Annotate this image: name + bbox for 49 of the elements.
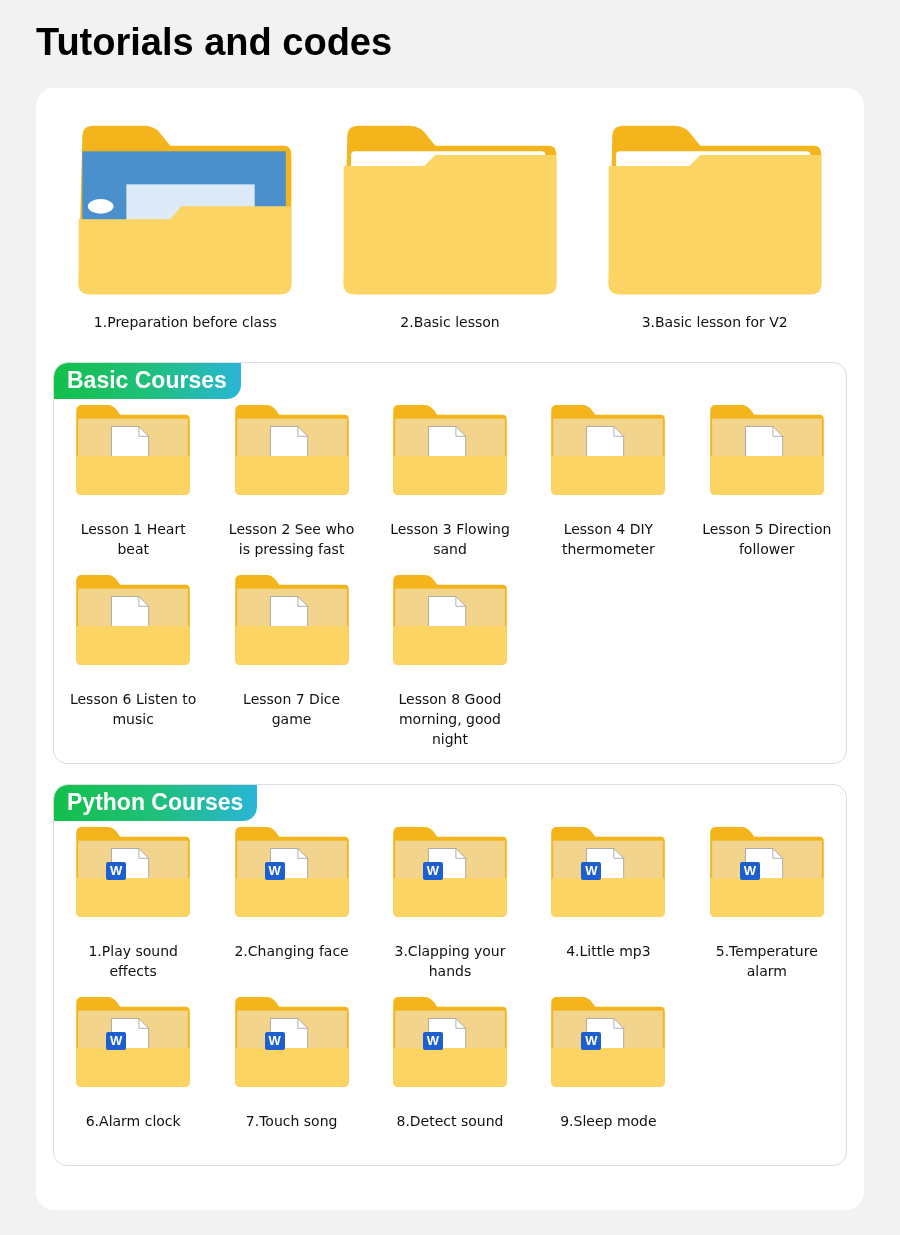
file-folder-icon[interactable] — [74, 573, 193, 667]
section-heading: Basic Courses — [54, 363, 241, 399]
word-document-icon: W — [423, 862, 443, 880]
folder-label[interactable]: Lesson 5 Direction follower — [698, 519, 835, 559]
folder-label[interactable]: 2.Basic lesson — [400, 314, 500, 330]
file-folder-icon[interactable] — [707, 403, 826, 497]
folder-label[interactable]: 3.Clapping your hands — [382, 941, 518, 981]
word-document-icon: W — [739, 862, 760, 880]
folder-label[interactable]: Lesson 4 DIY thermometer — [540, 519, 677, 559]
file-folder-icon[interactable] — [391, 403, 509, 497]
document-folder-icon[interactable] — [549, 825, 668, 919]
folder-label[interactable]: Lesson 8 Good morning, good night — [382, 689, 518, 749]
folder-label[interactable]: 9.Sleep mode — [540, 1111, 677, 1151]
document-folder-icon[interactable] — [74, 995, 193, 1089]
folder-label[interactable]: 5.Temperature alarm — [698, 941, 835, 981]
document-folder-icon[interactable] — [707, 825, 826, 919]
file-folder-icon[interactable] — [232, 403, 351, 497]
folder-label[interactable]: Lesson 1 Heart beat — [65, 519, 202, 559]
document-folder-icon[interactable] — [232, 995, 351, 1089]
folder-label[interactable]: Lesson 2 See who is pressing fast — [223, 519, 360, 559]
folder-label[interactable]: Lesson 3 Flowing sand — [382, 519, 518, 559]
word-document-icon: W — [264, 862, 285, 880]
page-title: Tutorials and codes — [36, 20, 394, 65]
folder-label[interactable]: 1.Preparation before class — [93, 314, 277, 330]
word-document-icon: W — [581, 862, 602, 880]
word-document-icon: W — [106, 862, 127, 880]
word-document-icon: W — [581, 1032, 602, 1050]
folder-label[interactable]: 2.Changing face — [223, 941, 360, 981]
document-folder-icon[interactable] — [74, 825, 193, 919]
file-folder-icon[interactable] — [232, 573, 351, 667]
word-document-icon: W — [264, 1032, 285, 1050]
document-folder-icon[interactable] — [232, 825, 351, 919]
folder-label[interactable]: Lesson 6 Listen to music — [65, 689, 202, 729]
folder-label[interactable]: 8.Detect sound — [382, 1111, 518, 1151]
word-document-icon: W — [423, 1032, 443, 1050]
folder-label[interactable]: 3.Basic lesson for V2 — [641, 314, 788, 330]
file-folder-icon[interactable] — [391, 573, 509, 667]
file-folder-icon[interactable] — [549, 403, 668, 497]
folder-label[interactable]: Lesson 7 Dice game — [223, 689, 360, 729]
folder-label[interactable]: 4.Little mp3 — [540, 941, 677, 981]
document-folder-icon[interactable] — [549, 995, 668, 1089]
document-folder-icon[interactable] — [391, 995, 509, 1089]
word-document-icon: W — [106, 1032, 127, 1050]
section-heading: Python Courses — [54, 785, 258, 821]
folder-label[interactable]: 1.Play sound effects — [65, 941, 202, 981]
document-folder-icon[interactable] — [391, 825, 509, 919]
file-folder-icon[interactable] — [74, 403, 193, 497]
folder-label[interactable]: 7.Touch song — [223, 1111, 360, 1151]
folder-label[interactable]: 6.Alarm clock — [65, 1111, 202, 1151]
